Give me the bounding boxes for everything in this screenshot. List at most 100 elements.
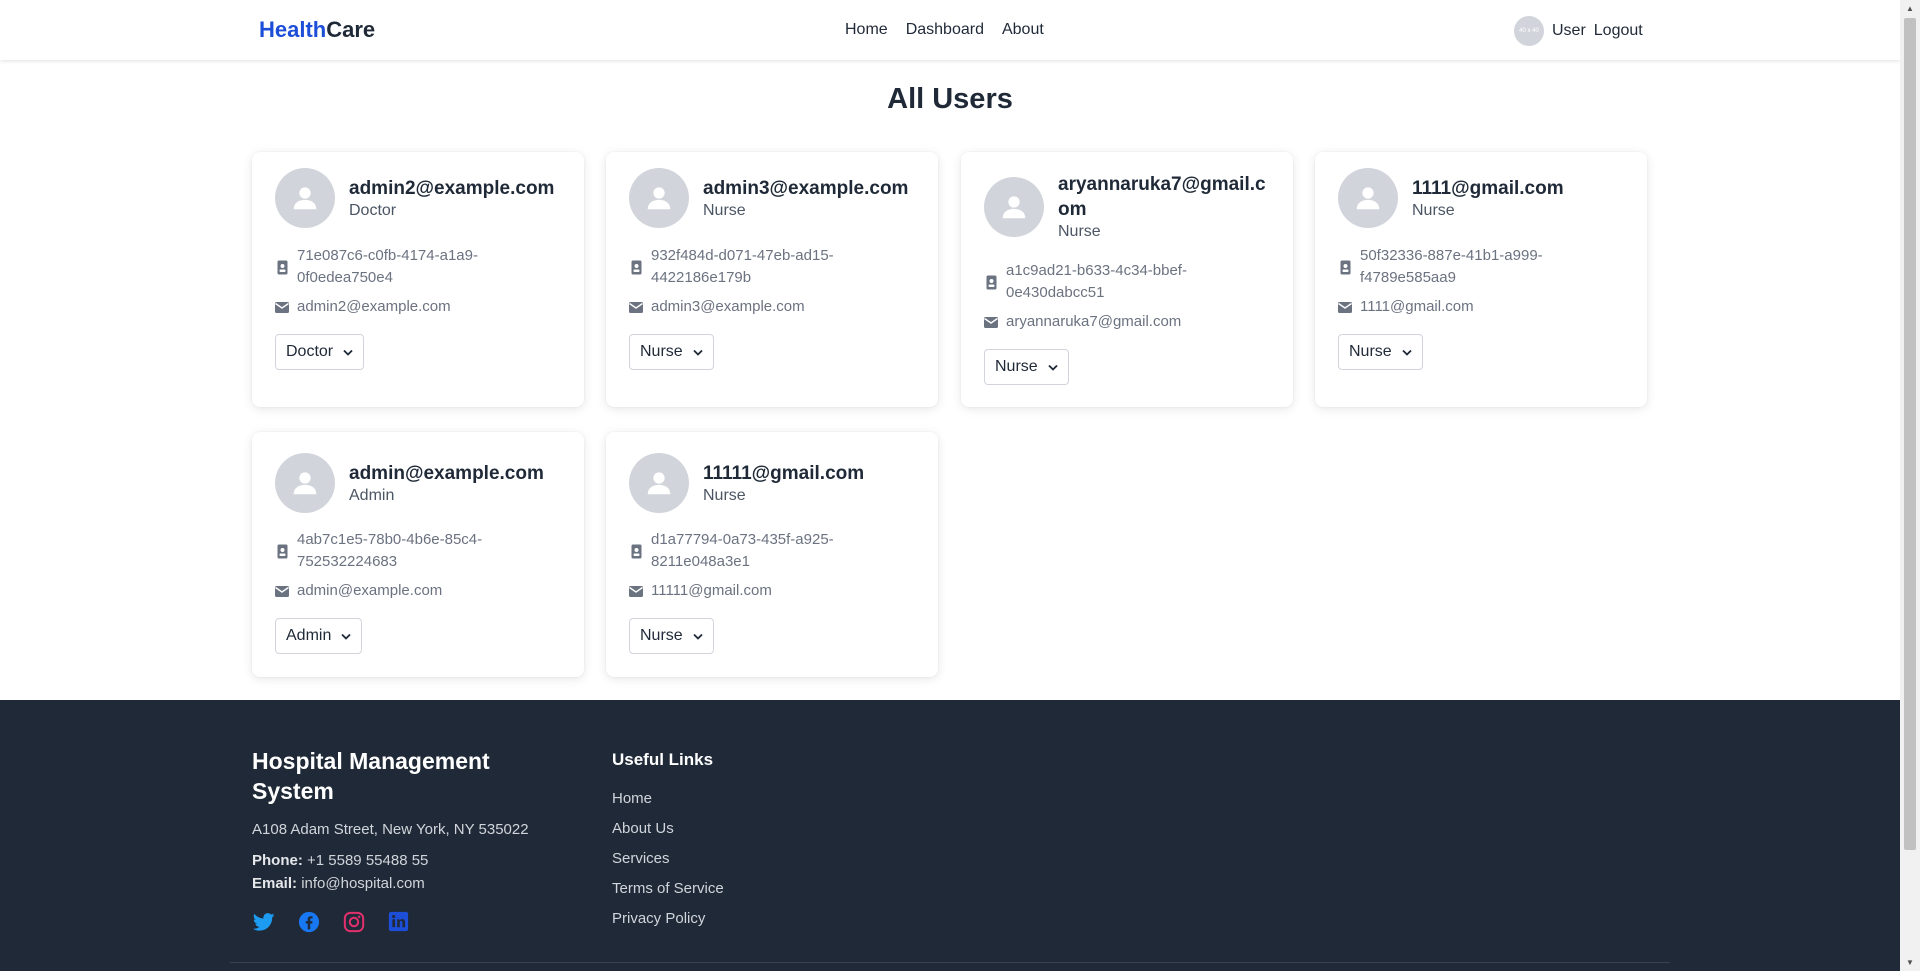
user-id-row: 4ab7c1e5-78b0-4b6e-85c4-752532224683 (275, 529, 557, 573)
footer-link-services[interactable]: Services (612, 848, 724, 869)
scroll-down-arrow-icon[interactable]: ▼ (1900, 954, 1920, 971)
brand-logo[interactable]: HealthCare (259, 17, 375, 43)
role-select-value: Admin (286, 627, 332, 644)
user-card-header: 11111@gmail.com Nurse (629, 453, 921, 513)
envelope-icon (629, 585, 643, 597)
user-email-text: aryannaruka7@gmail.com (1006, 313, 1182, 330)
social-links (252, 910, 410, 933)
useful-links-list: Home About Us Services Terms of Service … (612, 788, 724, 929)
nav-link-about[interactable]: About (1002, 21, 1044, 39)
chevron-down-icon (1048, 358, 1058, 376)
user-id-text: 50f32336-887e-41b1-a999-f4789e585aa9 (1360, 247, 1543, 286)
user-card-email: admin3@example.com (703, 178, 909, 199)
id-badge-icon (1338, 260, 1352, 275)
twitter-icon[interactable] (252, 910, 275, 933)
footer-link-privacy[interactable]: Privacy Policy (612, 908, 724, 929)
user-card-role: Nurse (703, 202, 746, 219)
user-id-row: d1a77794-0a73-435f-a925-8211e048a3e1 (629, 529, 911, 573)
user-avatar-icon (275, 453, 335, 513)
chevron-down-icon (343, 343, 353, 361)
user-card-email: 1111@gmail.com (1412, 178, 1564, 199)
role-select-value: Nurse (640, 343, 683, 360)
role-select-value: Doctor (286, 343, 334, 360)
chevron-down-icon (693, 343, 703, 361)
role-select[interactable]: Nurse (1338, 334, 1423, 370)
phone-label: Phone: (252, 852, 303, 869)
logout-link[interactable]: Logout (1594, 22, 1643, 40)
instagram-icon[interactable] (342, 910, 365, 933)
facebook-icon[interactable] (297, 910, 320, 933)
nav-link-home[interactable]: Home (845, 21, 888, 39)
chevron-down-icon (1402, 343, 1412, 361)
role-select[interactable]: Admin (275, 618, 363, 654)
nav-links: Home Dashboard About (845, 21, 1044, 39)
user-card-email: 11111@gmail.com (703, 463, 865, 484)
user-card-header: admin3@example.com Nurse (629, 168, 921, 228)
id-badge-icon (275, 544, 289, 559)
useful-links-title: Useful Links (612, 750, 714, 769)
role-select[interactable]: Nurse (984, 349, 1069, 385)
footer-divider (230, 962, 1670, 963)
email-label: Email: (252, 875, 298, 892)
user-avatar-icon (629, 453, 689, 513)
footer-link-home[interactable]: Home (612, 788, 724, 809)
user-card-role: Doctor (349, 202, 397, 219)
user-card-header: 1111@gmail.com Nurse (1338, 168, 1630, 228)
footer-address: A108 Adam Street, New York, NY 535022 (252, 821, 529, 838)
footer-link-about-us[interactable]: About Us (612, 818, 724, 839)
user-card-names: admin3@example.com Nurse (703, 176, 921, 220)
role-select-value: Nurse (1349, 343, 1392, 360)
nav-user-area: 40 x 40 User Logout (1514, 16, 1643, 46)
user-card-role: Nurse (703, 487, 746, 504)
scroll-thumb[interactable] (1904, 18, 1916, 850)
linkedin-icon[interactable] (387, 910, 410, 933)
user-id-row: 50f32336-887e-41b1-a999-f4789e585aa9 (1338, 245, 1620, 289)
user-email-row: aryannaruka7@gmail.com (984, 311, 1266, 333)
user-card: admin2@example.com Doctor 71e087c6-c0fb-… (252, 152, 584, 407)
user-card-header: admin2@example.com Doctor (275, 168, 567, 228)
user-id-text: a1c9ad21-b633-4c34-bbef-0e430dabcc51 (1006, 262, 1187, 301)
user-card-role: Nurse (1412, 202, 1455, 219)
user-name: User (1552, 22, 1586, 39)
role-select[interactable]: Nurse (629, 618, 714, 654)
user-id-row: 71e087c6-c0fb-4174-a1a9-0f0edea750e4 (275, 245, 557, 289)
id-badge-icon (629, 260, 643, 275)
phone-value: +1 5589 55488 55 (307, 852, 429, 869)
id-badge-icon (629, 544, 643, 559)
user-email-text: 11111@gmail.com (651, 582, 772, 599)
user-card: aryannaruka7@gmail.com Nurse a1c9ad21-b6… (961, 152, 1293, 407)
page-scrollbar[interactable]: ▲ ▼ (1900, 0, 1920, 971)
user-card-header: aryannaruka7@gmail.com Nurse (984, 172, 1276, 241)
id-badge-icon (984, 275, 998, 290)
role-select[interactable]: Doctor (275, 334, 365, 370)
footer-phone: Phone: +1 5589 55488 55 (252, 852, 428, 869)
user-email-text: 1111@gmail.com (1360, 298, 1474, 315)
footer-email: Email: info@hospital.com (252, 875, 425, 892)
nav-link-dashboard[interactable]: Dashboard (906, 21, 984, 39)
user-avatar[interactable]: 40 x 40 (1514, 16, 1544, 46)
role-select-value: Nurse (995, 358, 1038, 375)
user-email-row: admin2@example.com (275, 296, 557, 318)
user-card: 1111@gmail.com Nurse 50f32336-887e-41b1-… (1315, 152, 1647, 407)
scroll-up-arrow-icon[interactable]: ▲ (1900, 0, 1920, 17)
footer: Hospital Management System A108 Adam Str… (0, 700, 1900, 971)
user-id-text: 4ab7c1e5-78b0-4b6e-85c4-752532224683 (297, 531, 483, 570)
user-card: admin@example.com Admin 4ab7c1e5-78b0-4b… (252, 432, 584, 677)
footer-link-terms[interactable]: Terms of Service (612, 878, 724, 899)
chevron-down-icon (693, 627, 703, 645)
role-select[interactable]: Nurse (629, 334, 714, 370)
user-avatar-icon (275, 168, 335, 228)
role-select-value: Nurse (640, 627, 683, 644)
user-card: admin3@example.com Nurse 932f484d-d071-4… (606, 152, 938, 407)
envelope-icon (984, 316, 998, 328)
chevron-down-icon (341, 627, 351, 645)
user-id-row: a1c9ad21-b633-4c34-bbef-0e430dabcc51 (984, 260, 1266, 304)
envelope-icon (275, 585, 289, 597)
user-email-text: admin3@example.com (651, 298, 805, 315)
user-email-row: admin@example.com (275, 580, 557, 602)
user-email-text: admin2@example.com (297, 298, 451, 315)
email-value: info@hospital.com (301, 875, 425, 892)
user-card-names: aryannaruka7@gmail.com Nurse (1058, 172, 1276, 241)
brand-part-health: Health (259, 17, 327, 42)
user-email-row: admin3@example.com (629, 296, 911, 318)
